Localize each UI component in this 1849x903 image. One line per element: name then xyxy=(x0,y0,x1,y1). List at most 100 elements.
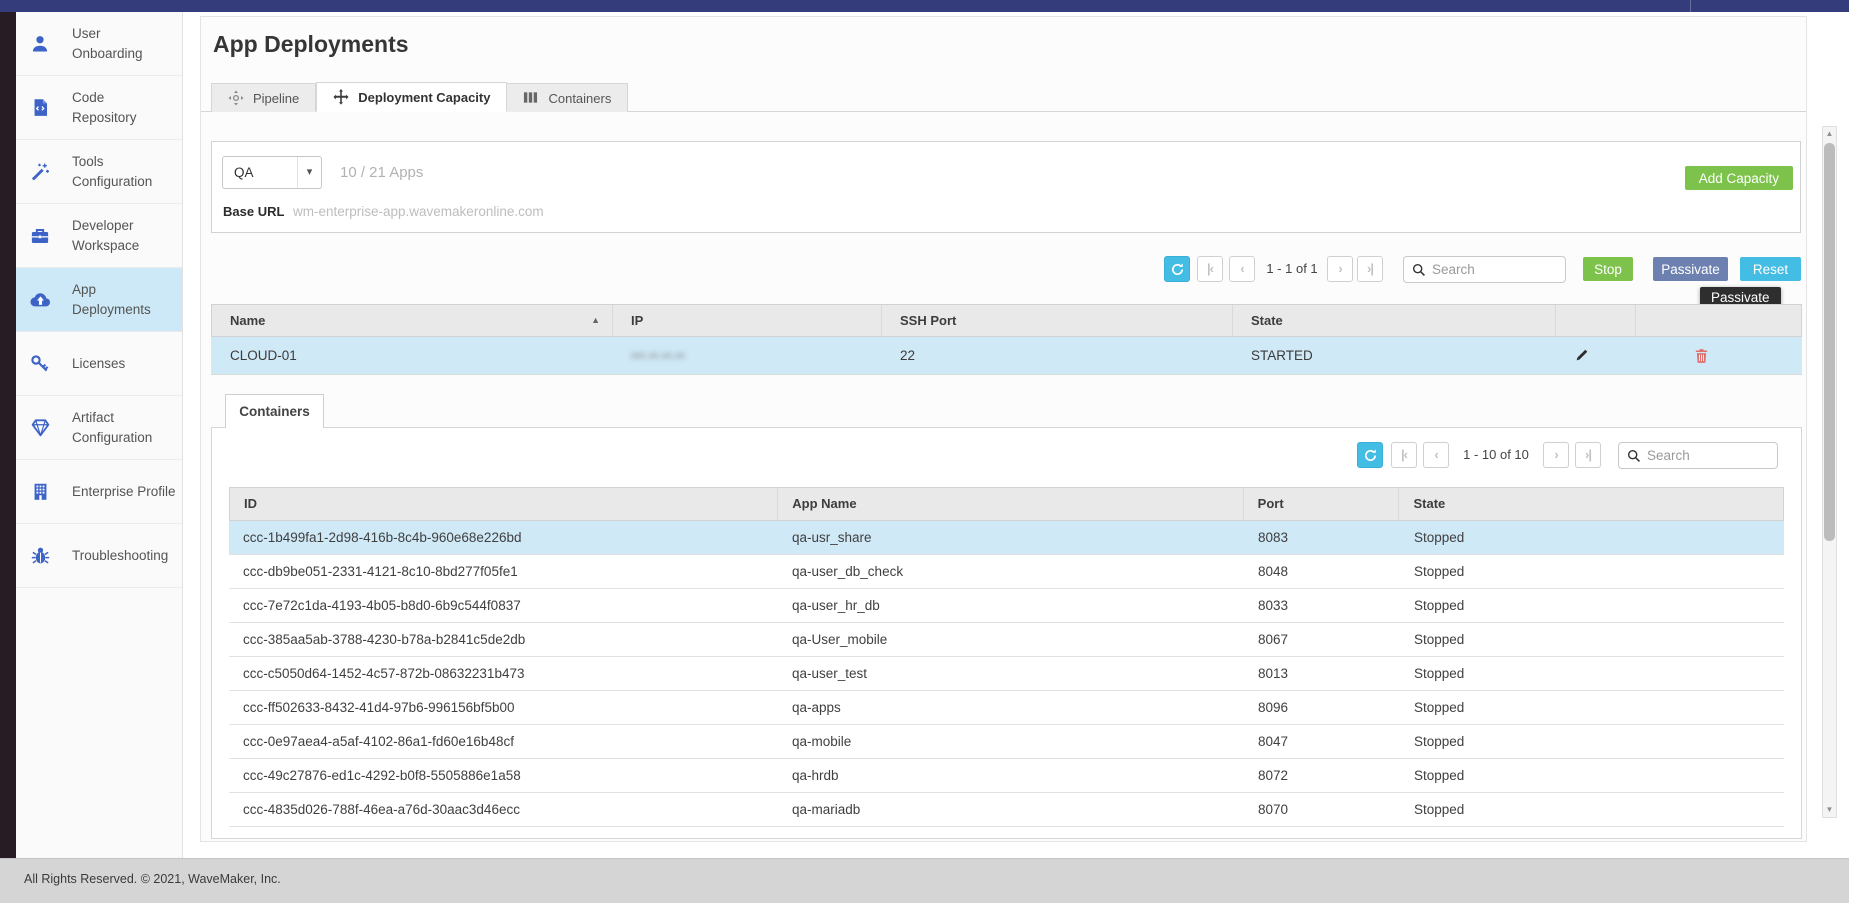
column-header-name[interactable]: Name ▲ xyxy=(212,305,613,336)
scroll-down-arrow[interactable]: ▼ xyxy=(1823,803,1836,817)
containers-search xyxy=(1618,442,1778,469)
instance-name-cell: CLOUD-01 xyxy=(212,337,613,374)
containers-pagination-prev-button[interactable]: ‹ xyxy=(1423,442,1449,468)
table-row[interactable]: ccc-c5050d64-1452-4c57-872b-08632231b473… xyxy=(229,657,1784,691)
container-app-name-cell: qa-User_mobile xyxy=(778,623,1244,656)
column-header-id[interactable]: ID xyxy=(230,488,778,520)
table-row[interactable]: ccc-7e72c1da-4193-4b05-b8d0-6b9c544f0837… xyxy=(229,589,1784,623)
tab-label: Deployment Capacity xyxy=(358,90,490,105)
table-row[interactable]: ccc-4835d026-788f-46ea-a76d-30aac3d46ecc… xyxy=(229,793,1784,827)
tab-pipeline[interactable]: Pipeline xyxy=(211,83,316,112)
column-header-state[interactable]: State xyxy=(1233,305,1556,336)
column-header-app-name[interactable]: App Name xyxy=(778,488,1243,520)
container-port-cell: 8048 xyxy=(1244,555,1400,588)
tab-deployment-capacity[interactable]: Deployment Capacity xyxy=(316,82,507,112)
sidebar-item-licenses[interactable]: Licenses xyxy=(16,332,182,396)
cloud-upload-icon xyxy=(29,289,51,311)
sidebar-item-enterprise-profile[interactable]: Enterprise Profile xyxy=(16,460,182,524)
sidebar-item-label: Troubleshooting xyxy=(72,546,168,566)
blurred-ip: •••.••.••.•• xyxy=(631,348,685,363)
container-state-cell: Stopped xyxy=(1400,691,1784,724)
pagination-last-button[interactable]: ›| xyxy=(1357,256,1383,282)
search-input[interactable] xyxy=(1641,448,1777,463)
table-row[interactable]: ccc-db9be051-2331-4121-8c10-8bd277f05fe1… xyxy=(229,555,1784,589)
container-port-cell: 8096 xyxy=(1244,691,1400,724)
sidebar-item-label: User Onboarding xyxy=(72,24,143,63)
container-app-name-cell: qa-user_hr_db xyxy=(778,589,1244,622)
refresh-button[interactable] xyxy=(1164,256,1190,282)
containers-pagination-next-button[interactable]: › xyxy=(1543,442,1569,468)
sidebar-item-developer-workspace[interactable]: Developer Workspace xyxy=(16,204,182,268)
add-capacity-button[interactable]: Add Capacity xyxy=(1685,166,1793,190)
sidebar-item-label: Code Repository xyxy=(72,88,137,127)
table-row[interactable]: ccc-0e97aea4-a5af-4102-86a1-fd60e16b48cf… xyxy=(229,725,1784,759)
move-arrows-icon xyxy=(333,89,349,105)
column-header-port[interactable]: Port xyxy=(1244,488,1400,520)
column-header-state[interactable]: State xyxy=(1399,488,1783,520)
sidebar-item-troubleshooting[interactable]: Troubleshooting xyxy=(16,524,182,588)
column-header-ssh-port[interactable]: SSH Port xyxy=(882,305,1233,336)
instance-ssh-port-cell: 22 xyxy=(882,337,1233,374)
scroll-up-arrow[interactable]: ▲ xyxy=(1823,127,1836,141)
vertical-scrollbar: ▲ ▼ xyxy=(1822,126,1837,818)
table-row[interactable]: CLOUD-01 •••.••.••.•• 22 STARTED xyxy=(211,337,1802,375)
building-icon xyxy=(29,481,51,503)
gem-icon xyxy=(29,417,51,439)
sidebar: User Onboarding Code Repository Tools Co… xyxy=(0,12,183,858)
base-url-value: wm-enterprise-app.wavemakeronline.com xyxy=(293,204,544,219)
pagination-next-button[interactable]: › xyxy=(1327,256,1353,282)
container-port-cell: 8033 xyxy=(1244,589,1400,622)
sidebar-item-tools-configuration[interactable]: Tools Configuration xyxy=(16,140,182,204)
main-tabs: Pipeline Deployment Capacity Containers xyxy=(201,83,1806,112)
environment-select-value: QA xyxy=(223,165,297,180)
container-app-name-cell: qa-user_db_check xyxy=(778,555,1244,588)
scrollbar-thumb[interactable] xyxy=(1824,143,1835,541)
containers-table: ID App Name Port State ccc-1b499fa1-2d98… xyxy=(229,487,1784,827)
table-row[interactable]: ccc-1b499fa1-2d98-416b-8c4b-960e68e226bd… xyxy=(229,521,1784,555)
table-row[interactable]: ccc-49c27876-ed1c-4292-b0f8-5505886e1a58… xyxy=(229,759,1784,793)
instance-ip-cell: •••.••.••.•• xyxy=(613,337,882,374)
container-id-cell: ccc-385aa5ab-3788-4230-b78a-b2841c5de2db xyxy=(229,623,778,656)
environment-select[interactable]: QA ▾ xyxy=(222,156,322,189)
containers-pagination-last-button[interactable]: ›| xyxy=(1575,442,1601,468)
column-header-delete xyxy=(1636,305,1801,336)
sidebar-item-artifact-configuration[interactable]: Artifact Configuration xyxy=(16,396,182,460)
sidebar-item-label: App Deployments xyxy=(72,280,151,319)
delete-instance-button[interactable] xyxy=(1636,337,1801,374)
container-state-cell: Stopped xyxy=(1400,793,1784,826)
container-id-cell: ccc-c5050d64-1452-4c57-872b-08632231b473 xyxy=(229,657,778,690)
containers-refresh-button[interactable] xyxy=(1357,442,1383,468)
container-state-cell: Stopped xyxy=(1400,555,1784,588)
copyright-text: All Rights Reserved. © 2021, WaveMaker, … xyxy=(24,872,281,886)
sidebar-item-app-deployments[interactable]: App Deployments xyxy=(16,268,182,332)
column-header-ip[interactable]: IP xyxy=(613,305,882,336)
tab-containers[interactable]: Containers xyxy=(507,83,628,112)
containers-pagination-first-button[interactable]: |‹ xyxy=(1391,442,1417,468)
search-input[interactable] xyxy=(1426,262,1565,277)
container-port-cell: 8072 xyxy=(1244,759,1400,792)
sort-ascending-icon: ▲ xyxy=(591,305,600,336)
sidebar-item-user-onboarding[interactable]: User Onboarding xyxy=(16,12,182,76)
container-app-name-cell: qa-apps xyxy=(778,691,1244,724)
search-icon xyxy=(1627,449,1641,463)
pagination-first-button[interactable]: |‹ xyxy=(1197,256,1223,282)
containers-subtab[interactable]: Containers xyxy=(225,394,324,428)
pagination-prev-button[interactable]: ‹ xyxy=(1229,256,1255,282)
edit-instance-button[interactable] xyxy=(1556,337,1636,374)
column-header-edit xyxy=(1556,305,1636,336)
passivate-button[interactable]: Passivate xyxy=(1653,257,1728,281)
pipeline-icon xyxy=(228,90,244,106)
page-title: App Deployments xyxy=(213,31,409,58)
sidebar-item-label: Licenses xyxy=(72,354,125,374)
table-row[interactable]: ccc-385aa5ab-3788-4230-b78a-b2841c5de2db… xyxy=(229,623,1784,657)
container-state-cell: Stopped xyxy=(1400,725,1784,758)
table-row[interactable]: ccc-ff502633-8432-41d4-97b6-996156bf5b00… xyxy=(229,691,1784,725)
container-state-cell: Stopped xyxy=(1400,657,1784,690)
sidebar-item-code-repository[interactable]: Code Repository xyxy=(16,76,182,140)
user-icon xyxy=(29,33,51,55)
container-id-cell: ccc-4835d026-788f-46ea-a76d-30aac3d46ecc xyxy=(229,793,778,826)
reset-button[interactable]: Reset xyxy=(1740,257,1801,281)
stop-button[interactable]: Stop xyxy=(1583,257,1633,281)
container-state-cell: Stopped xyxy=(1400,623,1784,656)
pagination-label: 1 - 1 of 1 xyxy=(1259,256,1325,282)
